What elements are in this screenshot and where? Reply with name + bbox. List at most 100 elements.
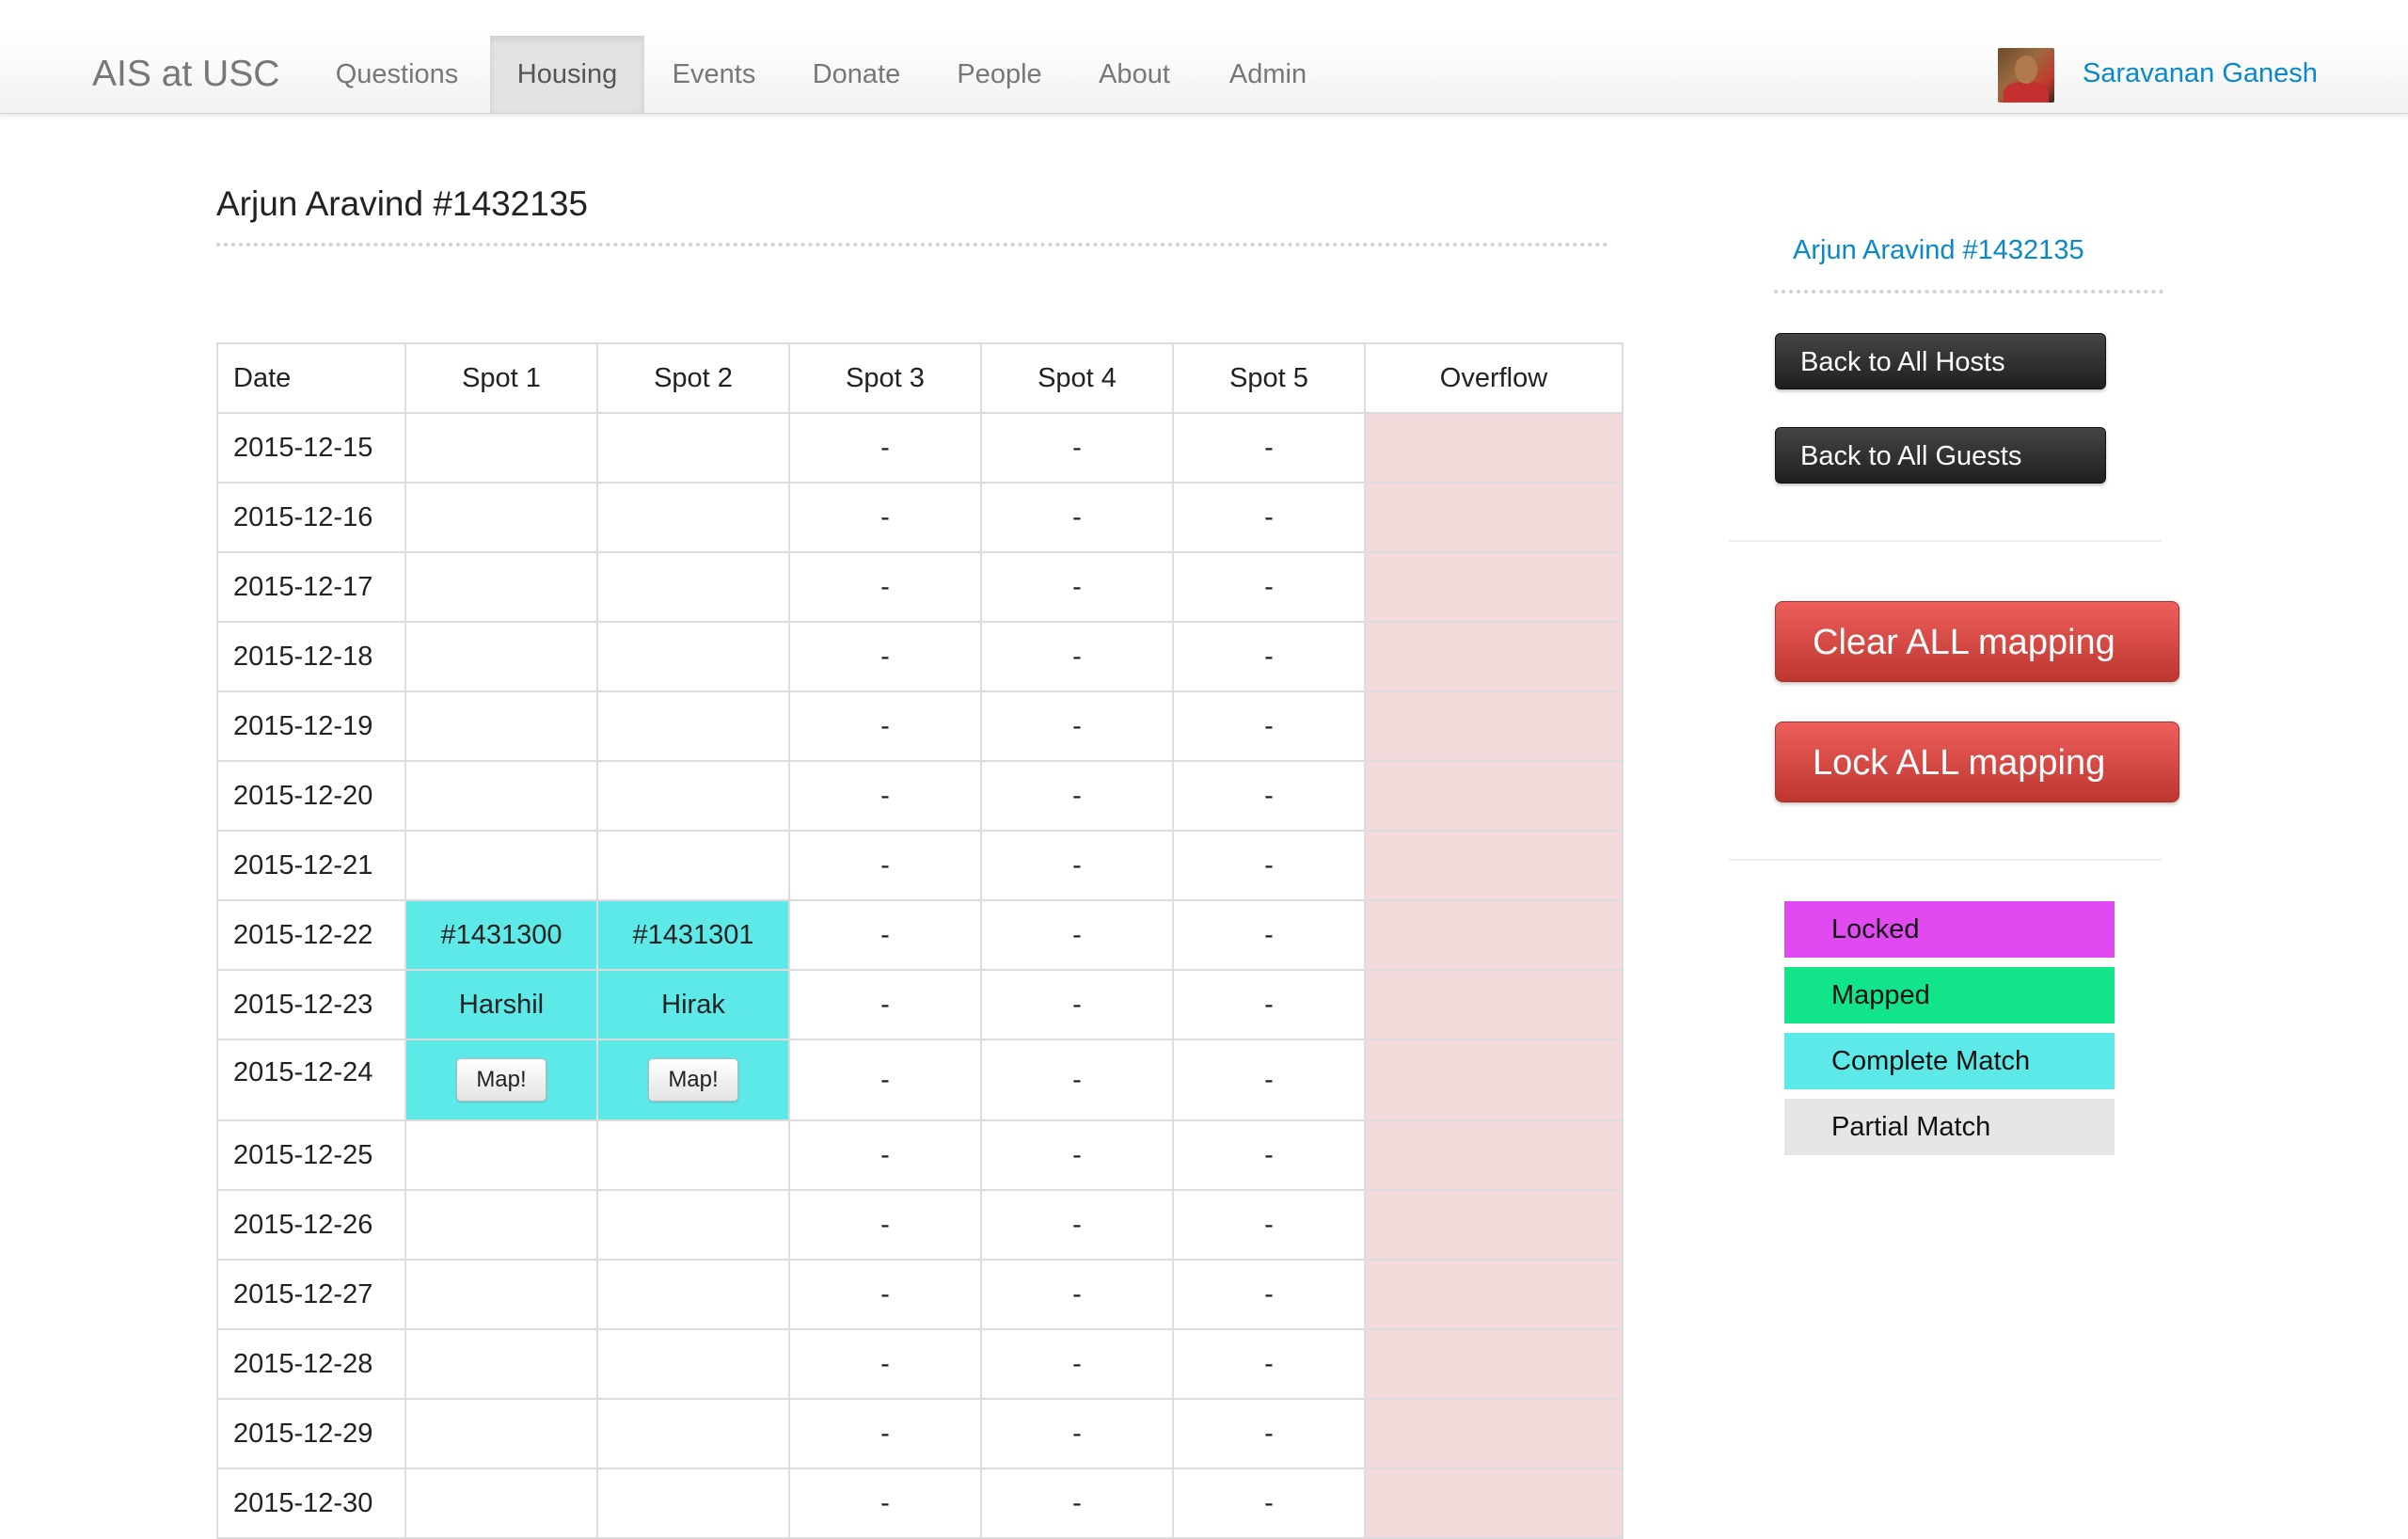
header-spot-2: Spot 2 <box>596 342 790 414</box>
spot-cell: - <box>1172 969 1366 1040</box>
overflow-cell <box>1364 1119 1624 1191</box>
spot-cell: - <box>980 1119 1174 1191</box>
spot-cell <box>596 1398 790 1469</box>
map-button[interactable]: Map! <box>648 1058 738 1102</box>
spot-cell: - <box>788 1398 982 1469</box>
header-spot-1: Spot 1 <box>404 342 598 414</box>
top-navbar: AIS at USC Questions Housing Events Dona… <box>0 36 2408 114</box>
spot-cell <box>404 1468 598 1539</box>
spot-cell: - <box>1172 1189 1366 1261</box>
spot-cell: - <box>1172 1039 1366 1121</box>
map-cell: Map! <box>596 1039 790 1121</box>
brand-logo[interactable]: AIS at USC <box>92 36 279 113</box>
date-cell: 2015-12-16 <box>216 482 406 553</box>
table-row: 2015-12-26 - - - <box>216 1189 1624 1261</box>
table-row: 2015-12-29 - - - <box>216 1398 1624 1469</box>
spot-cell <box>404 551 598 623</box>
date-cell: 2015-12-15 <box>216 412 406 484</box>
page-title: Arjun Aravind #1432135 <box>216 184 588 223</box>
spot-cell <box>596 1468 790 1539</box>
spot-cell: - <box>788 482 982 553</box>
table-row: 2015-12-20 - - - <box>216 760 1624 832</box>
housing-schedule-table: Date Spot 1 Spot 2 Spot 3 Spot 4 Spot 5 … <box>216 342 1624 1539</box>
date-cell: 2015-12-19 <box>216 690 406 762</box>
user-name-link[interactable]: Saravanan Ganesh <box>2083 36 2318 113</box>
nav-donate[interactable]: Donate <box>798 36 915 113</box>
spot-cell <box>404 1328 598 1400</box>
nav-admin[interactable]: Admin <box>1216 36 1320 113</box>
table-row: 2015-12-18 - - - <box>216 621 1624 692</box>
sidebar-divider <box>1774 290 2163 294</box>
spot-cell: - <box>1172 690 1366 762</box>
date-cell: 2015-12-25 <box>216 1119 406 1191</box>
spot-cell <box>596 1189 790 1261</box>
spot-cell: - <box>1172 621 1366 692</box>
table-header-row: Date Spot 1 Spot 2 Spot 3 Spot 4 Spot 5 … <box>216 342 1624 414</box>
spot-cell: - <box>980 621 1174 692</box>
back-to-all-guests-button[interactable]: Back to All Guests <box>1775 427 2106 484</box>
spot-cell <box>404 1119 598 1191</box>
overflow-cell <box>1364 551 1624 623</box>
spot-cell <box>596 482 790 553</box>
spot-cell: - <box>1172 551 1366 623</box>
nav-housing[interactable]: Housing <box>490 36 644 113</box>
spot-cell <box>596 1328 790 1400</box>
spot-cell <box>596 760 790 832</box>
spot-cell: - <box>980 969 1174 1040</box>
map-button[interactable]: Map! <box>456 1058 547 1102</box>
nav-events[interactable]: Events <box>653 36 775 113</box>
table-row: 2015-12-16 - - - <box>216 482 1624 553</box>
date-cell: 2015-12-21 <box>216 830 406 901</box>
nav-questions[interactable]: Questions <box>317 36 477 113</box>
nav-people[interactable]: People <box>941 36 1058 113</box>
table-row: 2015-12-30 - - - <box>216 1468 1624 1539</box>
date-cell: 2015-12-20 <box>216 760 406 832</box>
table-row: 2015-12-28 - - - <box>216 1328 1624 1400</box>
header-overflow: Overflow <box>1364 342 1624 414</box>
spot-cell: - <box>788 760 982 832</box>
spot-cell: - <box>788 1259 982 1330</box>
header-spot-5: Spot 5 <box>1172 342 1366 414</box>
avatar-icon[interactable] <box>1998 48 2054 103</box>
title-divider <box>216 243 1608 246</box>
date-cell: 2015-12-22 <box>216 899 406 971</box>
back-to-all-hosts-button[interactable]: Back to All Hosts <box>1775 333 2106 389</box>
date-cell: 2015-12-18 <box>216 621 406 692</box>
spot-cell <box>404 1259 598 1330</box>
spot-cell <box>596 621 790 692</box>
overflow-cell <box>1364 1398 1624 1469</box>
spot-cell <box>404 1398 598 1469</box>
spot-cell: - <box>788 1468 982 1539</box>
table-row: 2015-12-24 Map! Map! - - - <box>216 1039 1624 1121</box>
spot-cell <box>596 551 790 623</box>
spot-cell <box>596 1259 790 1330</box>
lock-all-mapping-button[interactable]: Lock ALL mapping <box>1775 722 2179 802</box>
sidebar-separator <box>1729 540 2162 542</box>
nav-about[interactable]: About <box>1087 36 1181 113</box>
spot-cell: - <box>980 551 1174 623</box>
guest-name-cell: Hirak <box>596 969 790 1040</box>
spot-cell: - <box>980 1468 1174 1539</box>
clear-all-mapping-button[interactable]: Clear ALL mapping <box>1775 601 2179 682</box>
spot-cell: - <box>980 1259 1174 1330</box>
overflow-cell <box>1364 969 1624 1040</box>
spot-cell: - <box>788 551 982 623</box>
spot-cell: - <box>1172 1328 1366 1400</box>
spot-cell: - <box>788 1328 982 1400</box>
legend-locked: Locked <box>1784 901 2115 958</box>
spot-cell: - <box>1172 760 1366 832</box>
spot-cell: - <box>980 1398 1174 1469</box>
spot-cell: - <box>980 899 1174 971</box>
overflow-cell <box>1364 482 1624 553</box>
spot-cell: - <box>980 482 1174 553</box>
spot-cell: - <box>980 830 1174 901</box>
header-spot-4: Spot 4 <box>980 342 1174 414</box>
host-profile-link[interactable]: Arjun Aravind #1432135 <box>1793 235 2084 266</box>
spot-cell: - <box>980 760 1174 832</box>
overflow-cell <box>1364 1259 1624 1330</box>
spot-cell <box>596 830 790 901</box>
spot-cell <box>404 760 598 832</box>
spot-cell: - <box>788 830 982 901</box>
guest-id-cell: #1431300 <box>404 899 598 971</box>
spot-cell: - <box>1172 1259 1366 1330</box>
